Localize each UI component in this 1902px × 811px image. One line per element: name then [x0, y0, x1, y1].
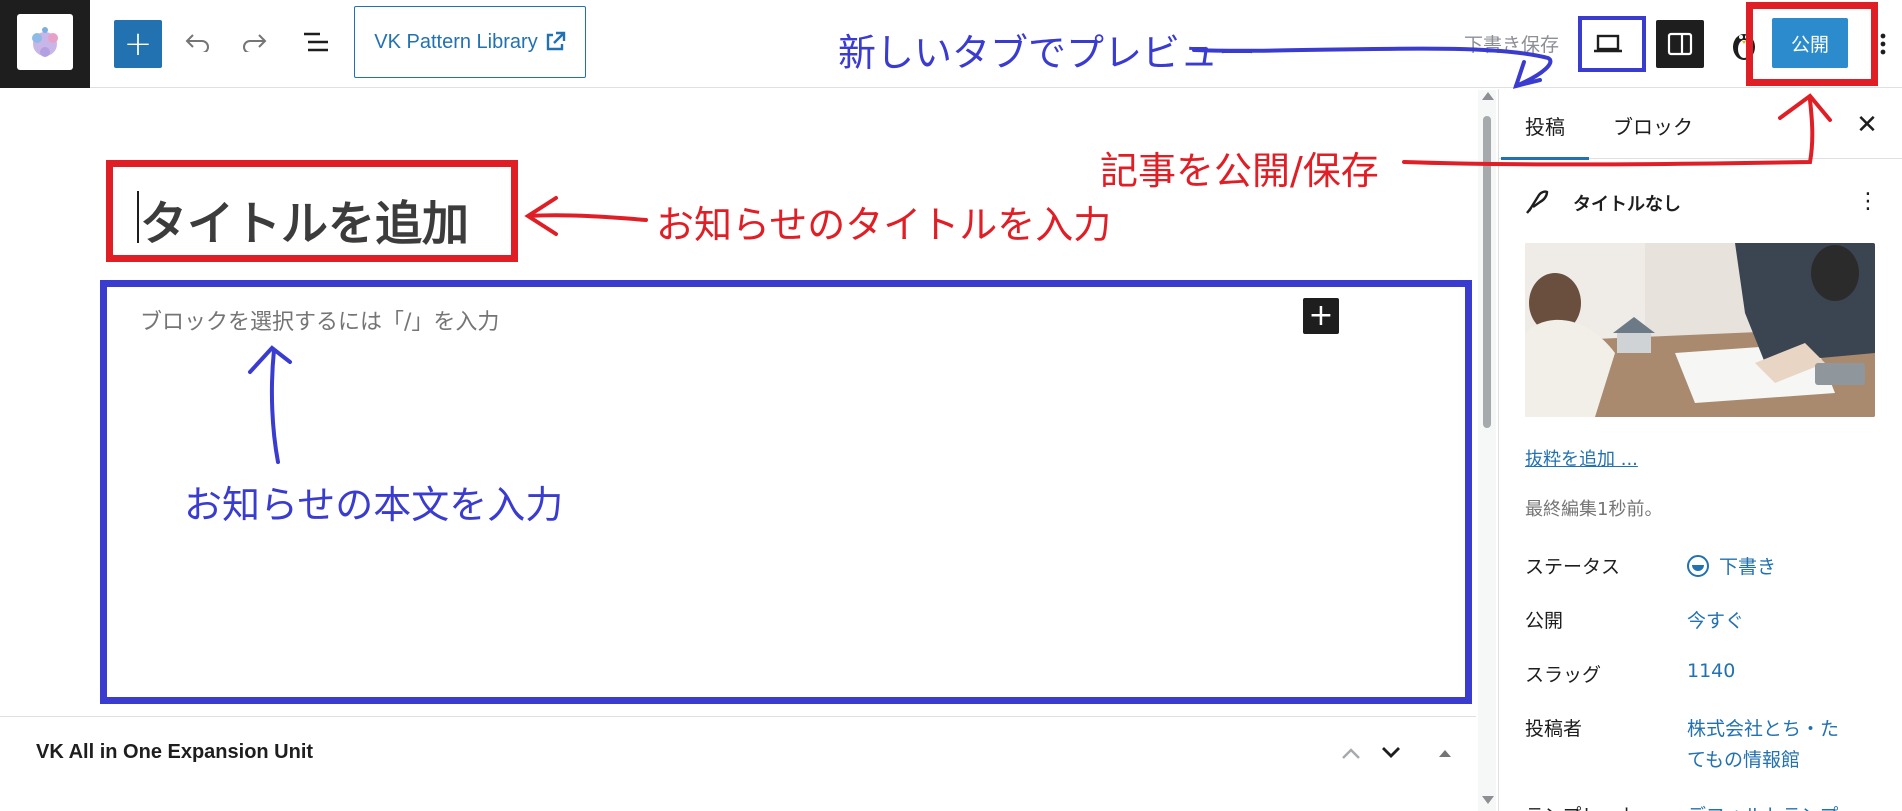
add-block-button[interactable]: + — [114, 20, 162, 68]
slug-label: スラッグ — [1525, 664, 1602, 686]
close-sidebar-button[interactable]: ✕ — [1847, 105, 1887, 145]
site-icon-button[interactable] — [0, 0, 90, 88]
tab-block[interactable]: ブロック — [1613, 111, 1693, 140]
undo-icon — [185, 34, 209, 52]
settings-sidebar: 投稿 ブロック ✕ タイトルなし ⋮ 抜粋を追加 ... 最終編集1秒前。 ステ… — [1498, 89, 1902, 811]
undo-button[interactable] — [178, 22, 218, 62]
list-view-icon — [304, 32, 328, 52]
sidebar-tabs: 投稿 ブロック ✕ — [1499, 89, 1902, 160]
vk-pattern-library-button[interactable]: VK Pattern Library — [354, 6, 586, 78]
more-vertical-icon: ⋮ — [1857, 188, 1879, 214]
publish-label: 公開 — [1525, 610, 1564, 632]
redo-button[interactable] — [234, 22, 274, 62]
featured-image[interactable] — [1525, 243, 1875, 417]
penguin-icon — [1733, 34, 1755, 60]
metabox-title: VK All in One Expansion Unit — [36, 741, 314, 763]
toggle-panel-button[interactable] — [1430, 737, 1460, 769]
author-name-line1: 株式会社とち・た — [1687, 718, 1840, 740]
slug-button[interactable]: 1140 — [1687, 660, 1735, 682]
sidebar-toggle-icon — [1667, 32, 1693, 56]
post-feather-icon — [1526, 190, 1549, 214]
status-label: ステータス — [1525, 556, 1621, 578]
scrollbar-thumb[interactable] — [1483, 116, 1491, 428]
annotation-content-text: お知らせの本文を入力 — [184, 483, 564, 527]
chevron-down-icon — [1382, 747, 1400, 758]
template-label: テンプレート — [1525, 801, 1638, 811]
author-name-line2: てもの情報館 — [1687, 749, 1801, 771]
close-icon: ✕ — [1856, 110, 1878, 140]
options-menu-button[interactable] — [1868, 20, 1898, 68]
status-value: 下書き — [1719, 556, 1777, 578]
inline-add-block-button[interactable]: + — [1303, 298, 1339, 334]
settings-sidebar-toggle[interactable] — [1656, 20, 1704, 68]
post-actions-menu[interactable]: ⋮ — [1853, 185, 1883, 217]
preview-button[interactable] — [1584, 20, 1632, 68]
plugin-avatar-button[interactable] — [1722, 20, 1766, 68]
scroll-up-arrow[interactable] — [1482, 92, 1494, 100]
annotation-preview-text: 新しいタブでプレビュー — [838, 31, 1257, 75]
list-view-button[interactable] — [296, 22, 336, 62]
scroll-down-arrow[interactable] — [1482, 796, 1494, 804]
external-link-icon — [546, 31, 565, 51]
template-button[interactable]: デフォルトテンプ — [1687, 801, 1838, 811]
move-up-button[interactable] — [1336, 737, 1366, 769]
add-excerpt-link[interactable]: 抜粋を追加 ... — [1525, 445, 1638, 471]
post-title-input[interactable]: タイトルを追加 — [140, 185, 469, 254]
site-logo — [17, 14, 73, 70]
author-label: 投稿者 — [1525, 718, 1583, 740]
publish-date-button[interactable]: 今すぐ — [1687, 606, 1744, 633]
caret-up-icon — [1439, 750, 1451, 757]
author-button[interactable]: 株式会社とち・た てもの情報館 — [1687, 714, 1839, 772]
annotation-title-text: お知らせのタイトルを入力 — [656, 203, 1112, 247]
block-appender-placeholder[interactable]: ブロックを選択するには「/」を入力 — [140, 304, 499, 336]
last-edited-text: 最終編集1秒前。 — [1525, 499, 1663, 520]
plus-icon: + — [123, 24, 153, 64]
publish-button[interactable]: 公開 — [1772, 18, 1848, 68]
text-caret — [137, 191, 139, 243]
plus-icon: + — [1308, 298, 1334, 333]
status-value-button[interactable]: 下書き — [1687, 552, 1776, 579]
pattern-library-label: VK Pattern Library — [374, 30, 538, 53]
business-meeting-photo — [1525, 243, 1875, 417]
chevron-up-icon — [1342, 748, 1360, 759]
tab-post[interactable]: 投稿 — [1501, 111, 1589, 160]
post-card-title: タイトルなし — [1573, 194, 1681, 215]
annotation-publish-text: 記事を公開/保存 — [1100, 149, 1379, 193]
more-vertical-icon — [1880, 33, 1886, 55]
vk-expansion-metabox: VK All in One Expansion Unit — [0, 716, 1476, 811]
laptop-preview-icon — [1594, 34, 1622, 53]
save-draft-button[interactable]: 下書き保存 — [1464, 30, 1559, 57]
draft-status-icon — [1687, 555, 1709, 577]
redo-icon — [243, 34, 267, 52]
move-down-button[interactable] — [1376, 737, 1406, 769]
